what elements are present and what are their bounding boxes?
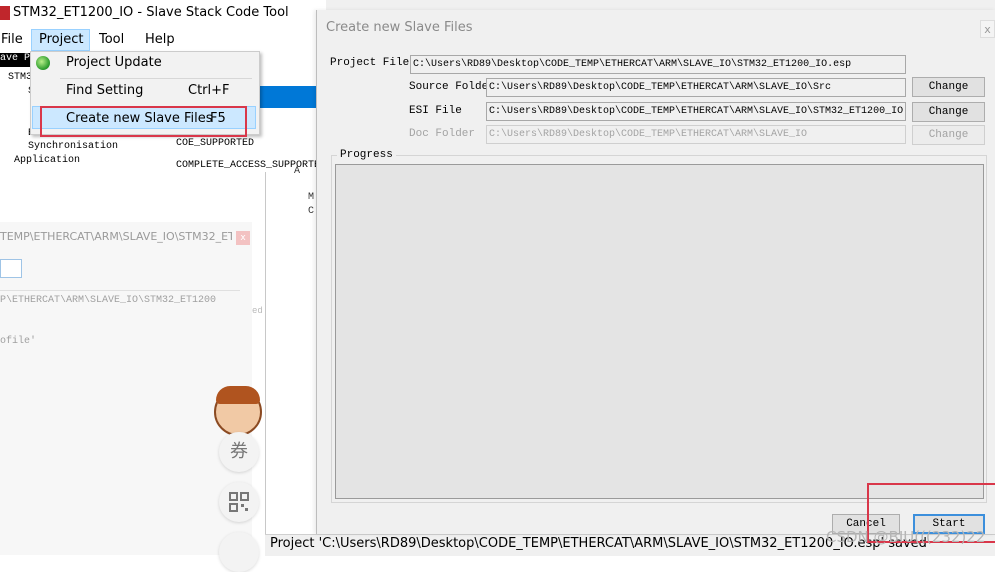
tree-item: C (308, 206, 315, 217)
coupon-icon: 券 (230, 441, 248, 462)
menu-item-find-setting[interactable]: Find Setting (66, 83, 143, 98)
annotation-red-box (40, 106, 247, 137)
background-dialog-path: P\ETHERCAT\ARM\SLAVE_IO\STM32_ET1200 (0, 295, 217, 306)
menu-help[interactable]: Help (145, 32, 175, 47)
coupon-button[interactable]: 券 (219, 432, 259, 472)
menu-file[interactable]: File (1, 32, 23, 47)
more-button[interactable] (219, 532, 259, 572)
list-item[interactable]: COE_SUPPORTED (176, 138, 254, 149)
qr-code-icon (229, 492, 249, 512)
tree-item[interactable]: Synchronisation (28, 141, 118, 152)
esi-file-label: ESI File (409, 105, 462, 117)
shortcut-find-setting: Ctrl+F (188, 83, 230, 98)
tree-item[interactable]: Application (14, 155, 80, 166)
watermark: CSDN @BIU(((232)22 (826, 528, 986, 546)
progress-log[interactable] (335, 164, 984, 499)
background-toolbar-strip (326, 0, 995, 10)
background-dialog (0, 222, 252, 555)
esi-file-field[interactable]: C:\Users\RD89\Desktop\CODE_TEMP\ETHERCAT… (486, 102, 906, 121)
globe-icon (36, 56, 50, 70)
background-dialog-text: ofile' (0, 336, 37, 347)
menu-separator (60, 78, 252, 79)
doc-folder-change-button: Change (912, 125, 985, 145)
background-dialog-side-text: ed (252, 306, 263, 316)
app-icon (0, 6, 10, 20)
source-folder-field[interactable]: C:\Users\RD89\Desktop\CODE_TEMP\ETHERCAT… (486, 78, 906, 97)
dialog-close-button[interactable]: x (980, 20, 995, 38)
doc-folder-field: C:\Users\RD89\Desktop\CODE_TEMP\ETHERCAT… (486, 125, 906, 144)
background-tree-strip: A M C (265, 166, 318, 534)
dialog-title: Create new Slave Files (326, 20, 473, 35)
qr-code-button[interactable] (219, 482, 259, 522)
menu-project[interactable]: Project (39, 32, 83, 47)
source-folder-label: Source Folder (409, 81, 495, 93)
esi-file-change-button[interactable]: Change (912, 102, 985, 122)
background-dialog-title: TEMP\ETHERCAT\ARM\SLAVE_IO\STM32_ET... (0, 230, 232, 243)
app-title: STM32_ET1200_IO - Slave Stack Code Tool (13, 5, 289, 20)
tree-item: A (294, 166, 301, 177)
tree-item[interactable]: STM3 (8, 72, 32, 83)
background-dialog-input[interactable] (0, 259, 22, 278)
project-file-label: Project File (330, 57, 410, 69)
source-folder-change-button[interactable]: Change (912, 77, 985, 97)
tree-item: M (308, 192, 315, 203)
project-file-field: C:\Users\RD89\Desktop\CODE_TEMP\ETHERCAT… (410, 55, 906, 74)
doc-folder-label: Doc Folder (409, 128, 476, 140)
mascot-hair (216, 386, 260, 404)
divider (0, 290, 240, 291)
menu-item-project-update[interactable]: Project Update (66, 55, 162, 70)
list-item[interactable]: COMPLETE_ACCESS_SUPPORTED (176, 160, 326, 171)
menu-tool[interactable]: Tool (99, 32, 124, 47)
progress-label: Progress (337, 149, 396, 161)
background-dialog-close-button[interactable]: x (236, 231, 250, 245)
